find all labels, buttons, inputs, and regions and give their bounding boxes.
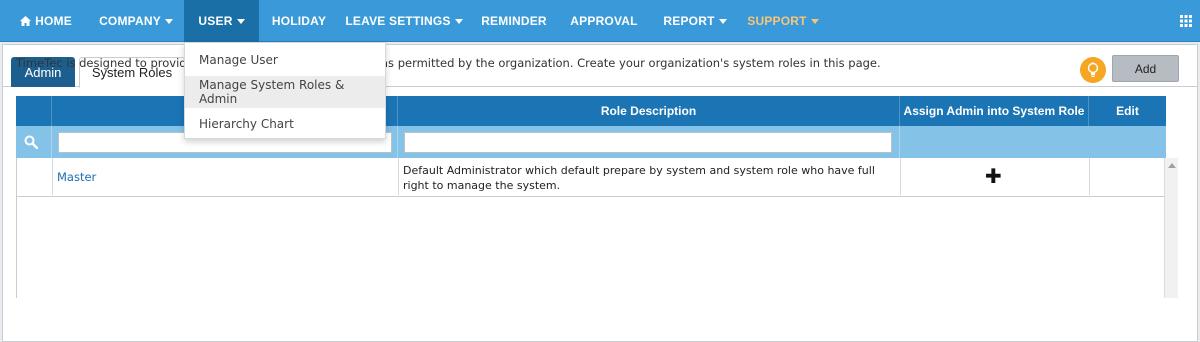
chevron-down-icon <box>454 18 463 24</box>
nav-support[interactable]: SUPPORT <box>744 0 822 42</box>
nav-company[interactable]: COMPANY <box>92 0 180 42</box>
role-name-cell <box>53 158 399 195</box>
header-edit[interactable]: Edit <box>1089 96 1166 126</box>
intro-text: TimeTec is designed to provide as permit… <box>16 56 881 70</box>
chevron-down-icon <box>164 18 173 24</box>
nav-home[interactable]: HOME <box>16 0 76 42</box>
nav-approval-label: APPROVAL <box>570 14 638 28</box>
nav-user[interactable]: USER <box>184 0 259 42</box>
header-icon-cell <box>16 96 52 126</box>
vertical-scrollbar[interactable] <box>1164 158 1178 298</box>
user-dropdown-menu: Manage User Manage System Roles & Admin … <box>184 42 386 139</box>
nav-holiday-label: HOLIDAY <box>271 14 327 28</box>
table-row: Master Default Administrator which defau… <box>16 158 1166 197</box>
add-button[interactable]: Add <box>1112 55 1179 82</box>
nav-reminder[interactable]: REMINDER <box>476 0 552 42</box>
chevron-down-icon <box>236 18 245 24</box>
nav-company-label: COMPANY <box>99 14 161 28</box>
search-icon[interactable] <box>24 135 38 149</box>
grid-icon[interactable] <box>1180 15 1192 27</box>
grid-body <box>16 197 1166 298</box>
nav-leave-settings-label: LEAVE SETTINGS <box>345 14 451 28</box>
role-description-text: Default Administrator which default prep… <box>403 164 875 192</box>
header-assign-admin[interactable]: Assign Admin into System Role <box>900 96 1089 126</box>
intro-text-right: as permitted by the organization. Create… <box>381 56 881 70</box>
top-navbar: HOME COMPANY USER HOLIDAY LEAVE SETTINGS… <box>0 0 1200 42</box>
filter-role-description-cell <box>398 126 900 158</box>
nav-support-label: SUPPORT <box>747 14 807 28</box>
scroll-up-arrow-icon[interactable] <box>1168 163 1176 168</box>
header-role-description[interactable]: Role Description <box>398 96 900 126</box>
nav-user-label: USER <box>198 14 233 28</box>
nav-approval[interactable]: APPROVAL <box>566 0 642 42</box>
edit-cell[interactable] <box>1090 158 1165 195</box>
intro-text-left: TimeTec is designed to provide <box>16 56 194 70</box>
filter-icon-cell <box>16 126 52 158</box>
role-description-filter-input[interactable] <box>404 132 892 153</box>
nav-report-label: REPORT <box>663 14 715 28</box>
chevron-down-icon <box>718 18 727 24</box>
row-icon-cell <box>17 158 53 195</box>
nav-reminder-label: REMINDER <box>481 14 547 28</box>
filter-empty-cell <box>900 126 1166 158</box>
menu-item-manage-system-roles-admin[interactable]: Manage System Roles & Admin <box>185 76 385 108</box>
menu-item-hierarchy-chart[interactable]: Hierarchy Chart <box>185 108 385 140</box>
nav-holiday[interactable]: HOLIDAY <box>266 0 332 42</box>
lightbulb-icon[interactable] <box>1080 57 1106 83</box>
nav-leave-settings[interactable]: LEAVE SETTINGS <box>345 0 463 42</box>
home-icon <box>20 16 32 26</box>
plus-icon[interactable]: ✚ <box>985 166 1002 186</box>
nav-home-label: HOME <box>35 14 72 28</box>
role-name-link[interactable]: Master <box>57 170 96 184</box>
chevron-down-icon <box>810 18 819 24</box>
menu-item-manage-user[interactable]: Manage User <box>185 44 385 76</box>
nav-report[interactable]: REPORT <box>656 0 734 42</box>
